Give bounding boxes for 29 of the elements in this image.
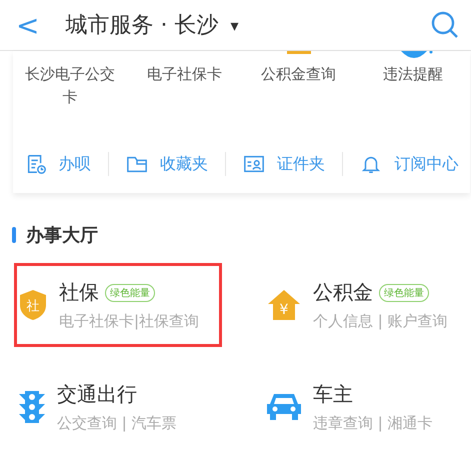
partial-icon bbox=[286, 51, 311, 54]
search-button[interactable] bbox=[431, 11, 459, 39]
service-subtitle: 公交查询 | 汽车票 bbox=[57, 414, 177, 433]
energy-tag: 绿色能量 bbox=[105, 284, 155, 302]
shortcut-label[interactable]: 公积金查询 bbox=[248, 63, 349, 86]
traffic-light-icon bbox=[19, 390, 45, 424]
service-item[interactable]: 车主 违章查询 | 湘通卡 bbox=[262, 365, 470, 449]
city-dropdown[interactable]: ▾ bbox=[230, 16, 238, 34]
service-title: 社保 bbox=[59, 279, 99, 306]
car-icon bbox=[267, 392, 301, 422]
shortcut-label[interactable]: 长沙电子公交卡 bbox=[20, 63, 120, 109]
section-title: 办事大厅 bbox=[26, 224, 98, 247]
shortcut-label[interactable]: 违法提醒 bbox=[362, 63, 463, 86]
service-title: 车主 bbox=[313, 381, 353, 408]
service-subtitle: 个人信息 | 账户查询 bbox=[313, 312, 448, 331]
partial-icon bbox=[400, 51, 433, 59]
service-title: 公积金 bbox=[313, 279, 373, 306]
id-card-icon bbox=[243, 153, 266, 175]
shield-icon: 社 bbox=[19, 289, 47, 321]
service-subtitle: 电子社保卡|社保查询 bbox=[59, 312, 200, 331]
shortcut-label[interactable]: 电子社保卡 bbox=[134, 63, 234, 86]
house-icon: ¥ bbox=[267, 289, 301, 321]
service-title: 交通出行 bbox=[57, 381, 137, 408]
page-title: 城市服务 · 长沙 bbox=[65, 12, 218, 40]
service-item[interactable]: 交通出行 公交查询 | 汽车票 bbox=[14, 365, 222, 449]
service-item[interactable]: 社 社保 绿色能量 电子社保卡|社保查询 bbox=[14, 263, 222, 347]
energy-tag: 绿色能量 bbox=[379, 284, 429, 302]
service-subtitle: 违章查询 | 湘通卡 bbox=[313, 414, 433, 433]
service-item[interactable]: ¥ 公积金 绿色能量 个人信息 | 账户查询 bbox=[262, 263, 470, 347]
